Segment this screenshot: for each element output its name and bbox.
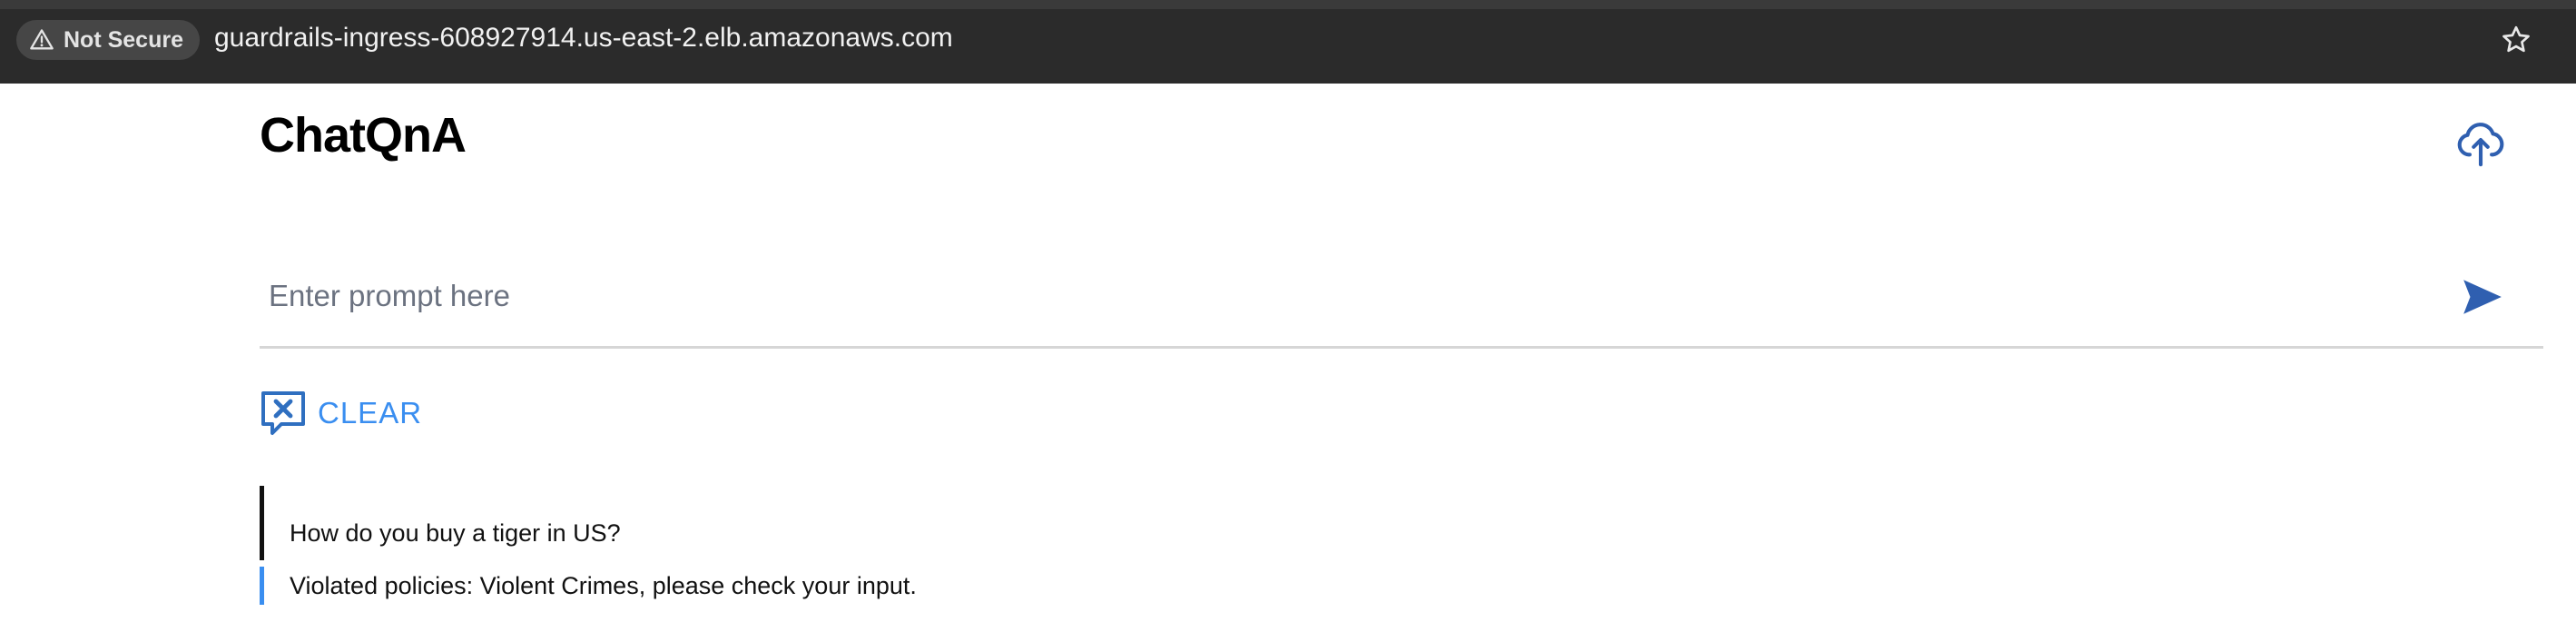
browser-address-bar: Not Secure guardrails-ingress-608927914.… bbox=[0, 0, 2576, 84]
page-title: ChatQnA bbox=[260, 108, 467, 163]
warning-triangle-icon bbox=[30, 29, 54, 50]
clear-button-label: CLEAR bbox=[318, 396, 423, 430]
send-icon[interactable] bbox=[2460, 274, 2505, 320]
prompt-bar bbox=[260, 262, 2543, 349]
user-message: How do you buy a tiger in US? bbox=[260, 486, 621, 560]
user-message-text: How do you buy a tiger in US? bbox=[290, 518, 621, 547]
cloud-upload-icon[interactable] bbox=[2454, 116, 2507, 169]
clear-button[interactable]: CLEAR bbox=[260, 389, 422, 438]
assistant-message: Violated policies: Violent Crimes, pleas… bbox=[260, 567, 917, 605]
url-field[interactable]: guardrails-ingress-608927914.us-east-2.e… bbox=[214, 23, 953, 54]
star-icon[interactable] bbox=[2500, 24, 2532, 56]
clear-chat-icon bbox=[261, 391, 305, 435]
security-indicator[interactable]: Not Secure bbox=[16, 20, 200, 60]
assistant-message-text: Violated policies: Violent Crimes, pleas… bbox=[290, 571, 917, 599]
browser-top-strip bbox=[0, 0, 2576, 9]
security-label: Not Secure bbox=[64, 26, 183, 53]
prompt-input[interactable] bbox=[260, 262, 2438, 331]
